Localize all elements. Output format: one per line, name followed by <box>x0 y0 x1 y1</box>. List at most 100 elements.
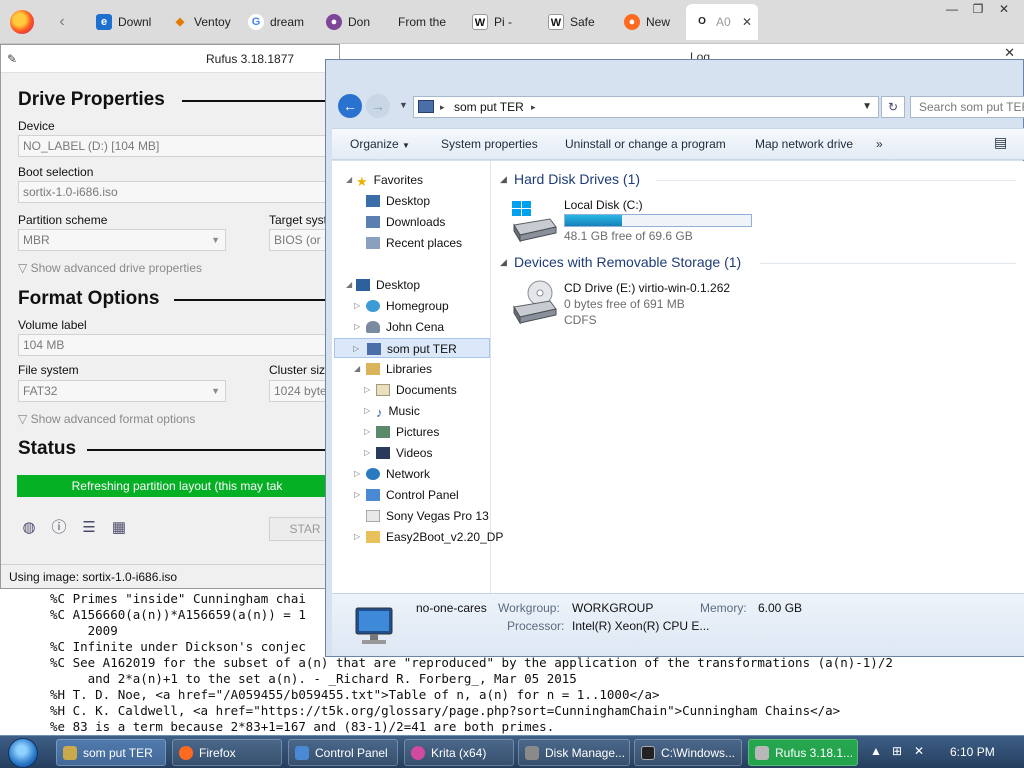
expand-arrow-icon[interactable]: ▷ <box>353 339 359 359</box>
refresh-icon[interactable]: ↻ <box>881 96 905 118</box>
taskbar-item-explorer[interactable]: som put TER <box>56 739 166 766</box>
nav-item-videos[interactable]: ▷ Videos <box>364 443 432 463</box>
browser-tab[interactable]: W Pi - <box>464 4 540 40</box>
info-icon[interactable]: ⓘ <box>50 519 68 537</box>
taskbar-item-control-panel[interactable]: Control Panel <box>288 739 398 766</box>
browser-tab[interactable]: W Safe <box>540 4 616 40</box>
close-tab-icon[interactable]: ✕ <box>742 4 752 40</box>
expand-arrow-icon[interactable]: ▷ <box>364 422 370 442</box>
more-commands-button[interactable]: » <box>876 137 883 151</box>
nav-item-recent-places[interactable]: Recent places <box>366 233 462 253</box>
taskbar-item-cmd[interactable]: C:\Windows... <box>634 739 742 766</box>
view-options-icon[interactable]: ▤ <box>994 134 1007 151</box>
nav-item-music[interactable]: ▷ ♪ Music <box>364 401 420 421</box>
restore-icon[interactable]: ❐ <box>966 0 990 18</box>
browser-tab[interactable]: ● New <box>616 4 686 40</box>
nav-item-favorites[interactable]: ◢ ★ Favorites <box>346 170 423 190</box>
nav-item-network[interactable]: ▷ Network <box>354 464 430 484</box>
breadcrumb-chevron-icon[interactable]: ▸ <box>531 97 536 117</box>
expand-arrow-icon[interactable]: ▷ <box>354 317 360 337</box>
collapse-arrow-icon[interactable]: ◢ <box>500 174 507 185</box>
nav-item-libraries[interactable]: ◢ Libraries <box>354 359 432 379</box>
minimize-icon[interactable]: — <box>940 0 964 18</box>
expand-arrow-icon[interactable]: ▷ <box>354 464 360 484</box>
expand-arrow-icon[interactable]: ▷ <box>364 401 370 421</box>
settings-sliders-icon[interactable]: ☰ <box>80 519 98 537</box>
browser-tab[interactable]: Gdream <box>240 4 318 40</box>
breadcrumb[interactable]: som put TER <box>454 97 524 117</box>
taskbar-item-rufus[interactable]: Rufus 3.18.1... <box>748 739 858 766</box>
local-disk-name[interactable]: Local Disk (C:) <box>564 198 643 212</box>
address-bar[interactable]: ▸ som put TER ▸ ▼ <box>413 96 879 118</box>
nav-item-homegroup[interactable]: ▷ Homegroup <box>354 296 449 316</box>
partition-scheme-select[interactable]: MBR ▼ <box>18 229 226 251</box>
log-icon[interactable]: ▦ <box>110 519 128 537</box>
workgroup-value: WORKGROUP <box>572 601 654 615</box>
hard-disk-drives-header[interactable]: Hard Disk Drives (1) <box>514 171 640 187</box>
show-advanced-format-toggle[interactable]: ▽ Show advanced format options <box>18 412 195 426</box>
expand-arrow-icon[interactable]: ▷ <box>354 485 360 505</box>
nav-item-desktop-root[interactable]: ◢ Desktop <box>346 275 420 295</box>
device-select[interactable]: NO_LABEL (D:) [104 MB] <box>18 135 341 157</box>
expand-arrow-icon[interactable]: ▷ <box>364 443 370 463</box>
nav-item-john-cena[interactable]: ▷ John Cena <box>354 317 444 337</box>
search-input[interactable]: Search som put TER <box>910 96 1024 118</box>
uninstall-program-button[interactable]: Uninstall or change a program <box>565 137 726 151</box>
nav-item-sony-vegas[interactable]: Sony Vegas Pro 13 <box>366 506 489 526</box>
expand-arrow-icon[interactable]: ▷ <box>364 380 370 400</box>
browser-tab[interactable]: From the <box>392 4 464 40</box>
map-network-drive-button[interactable]: Map network drive <box>755 137 853 151</box>
hard-disk-icon[interactable] <box>510 197 558 245</box>
nav-item-pictures[interactable]: ▷ Pictures <box>364 422 439 442</box>
expand-arrow-icon[interactable]: ◢ <box>346 170 352 190</box>
show-advanced-drive-toggle[interactable]: ▽ Show advanced drive properties <box>18 261 202 275</box>
expand-arrow-icon[interactable]: ▷ <box>354 527 360 547</box>
nav-item-control-panel[interactable]: ▷ Control Panel <box>354 485 459 505</box>
back-arrow-icon[interactable]: ‹ <box>52 12 72 32</box>
boot-selection-select[interactable]: sortix-1.0-i686.iso <box>18 181 341 203</box>
nav-item-documents[interactable]: ▷ Documents <box>364 380 457 400</box>
taskbar-item-krita[interactable]: Krita (x64) <box>404 739 514 766</box>
removable-storage-header[interactable]: Devices with Removable Storage (1) <box>514 254 741 270</box>
network-icon <box>366 468 380 480</box>
nav-item-desktop[interactable]: Desktop <box>366 191 430 211</box>
close-icon[interactable]: ✕ <box>1004 45 1015 61</box>
browser-tab[interactable]: e Downl <box>88 4 164 40</box>
forward-arrow-icon[interactable]: → <box>366 94 390 118</box>
pictures-icon <box>376 426 390 438</box>
wikipedia-icon: W <box>548 14 564 30</box>
browser-tab[interactable]: ● Don <box>318 4 392 40</box>
cd-drive-icon[interactable] <box>510 279 558 327</box>
expand-arrow-icon[interactable]: ◢ <box>354 359 360 379</box>
taskbar-item-disk-management[interactable]: Disk Manage... <box>518 739 630 766</box>
network-icon[interactable]: ⊞ <box>892 744 902 758</box>
nav-item-easy2boot[interactable]: ▷ Easy2Boot_v2.20_DP <box>354 527 503 547</box>
system-properties-button[interactable]: System properties <box>441 137 538 151</box>
chevron-down-icon[interactable]: ▼ <box>862 97 872 117</box>
clock[interactable]: 6:10 PM <box>950 745 995 759</box>
globe-icon[interactable]: ◍ <box>20 519 38 537</box>
nav-item-som-put-ter[interactable]: ▷ som put TER <box>334 338 490 358</box>
expand-arrow-icon[interactable]: ▷ <box>354 296 360 316</box>
start-button[interactable] <box>8 738 38 768</box>
browser-tab-active[interactable]: O A0 ✕ <box>686 4 758 40</box>
cd-drive-name[interactable]: CD Drive (E:) virtio-win-0.1.262 <box>564 281 730 295</box>
collapse-arrow-icon[interactable]: ◢ <box>500 257 507 268</box>
volume-label-input[interactable]: 104 MB <box>18 334 341 356</box>
breadcrumb-chevron-icon[interactable]: ▸ <box>440 97 445 117</box>
expand-arrow-icon[interactable]: ◢ <box>346 275 352 295</box>
status-heading: Status <box>18 438 77 459</box>
taskbar-item-firefox[interactable]: Firefox <box>172 739 282 766</box>
organize-button[interactable]: Organize ▼ <box>350 137 410 151</box>
nav-item-downloads[interactable]: Downloads <box>366 212 445 232</box>
browser-tab[interactable]: ◆ Ventoy <box>164 4 240 40</box>
firefox-icon[interactable] <box>10 10 34 34</box>
volume-muted-icon[interactable]: ✕ <box>914 744 924 758</box>
history-dropdown-icon[interactable]: ▼ <box>399 100 408 110</box>
show-hidden-icons-icon[interactable]: ▲ <box>870 744 882 758</box>
file-system-select[interactable]: FAT32 ▼ <box>18 380 226 402</box>
close-icon[interactable]: ✕ <box>992 0 1016 18</box>
back-arrow-icon[interactable]: ← <box>338 94 362 118</box>
file-icon <box>366 510 380 522</box>
oeis-line: %H C. K. Caldwell, <a href="https://t5k.… <box>50 703 841 718</box>
